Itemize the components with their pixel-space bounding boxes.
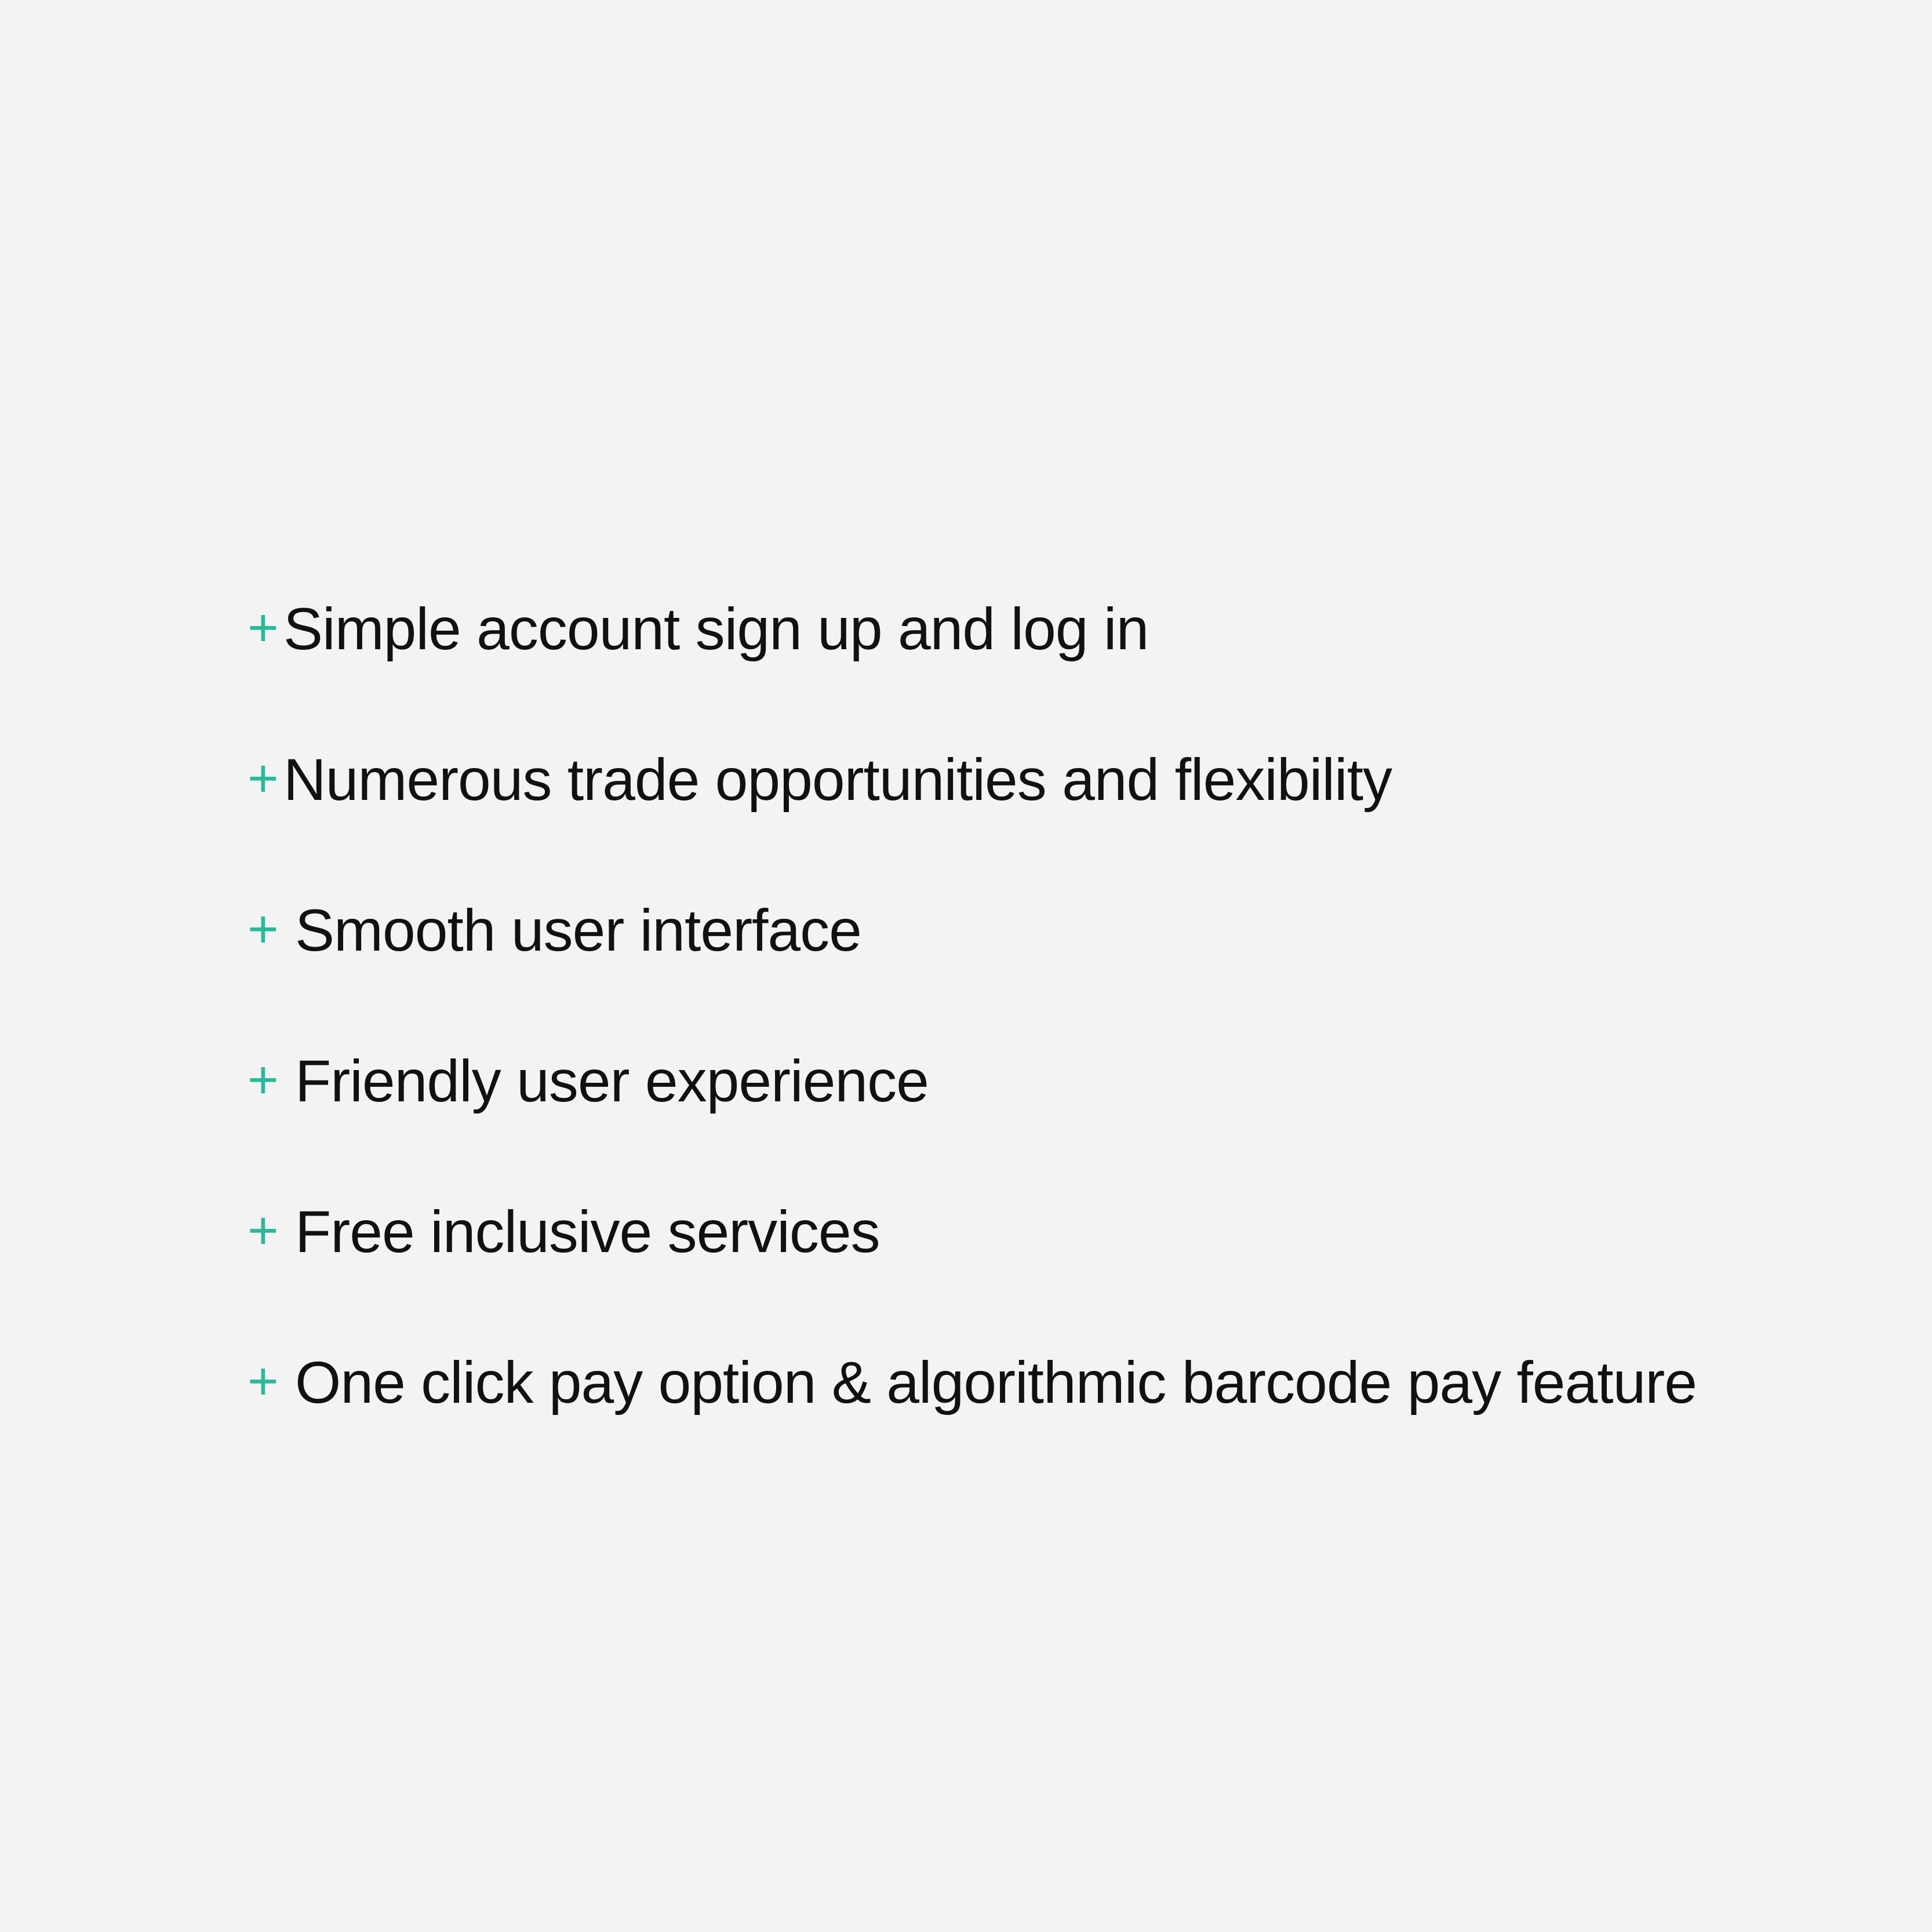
plus-icon: + xyxy=(248,1050,279,1109)
plus-icon: + xyxy=(248,1352,279,1411)
feature-label: Smooth user interface xyxy=(295,897,862,963)
feature-item-smooth-ui: + Smooth user interface xyxy=(248,855,1697,1006)
plus-icon: + xyxy=(248,749,279,808)
plus-icon: + xyxy=(248,1201,279,1260)
feature-label: Free inclusive services xyxy=(295,1199,881,1265)
feature-item-free-services: + Free inclusive services xyxy=(248,1156,1697,1307)
feature-item-trade-opportunities: + Numerous trade opportunities and flexi… xyxy=(248,704,1697,855)
feature-item-pay-option: + One click pay option & algorithmic bar… xyxy=(248,1307,1697,1458)
plus-icon: + xyxy=(248,598,279,657)
plus-icon: + xyxy=(248,900,279,959)
feature-item-account-signup: + Simple account sign up and log in xyxy=(248,554,1697,704)
feature-label: Simple account sign up and log in xyxy=(283,596,1149,662)
feature-label: Numerous trade opportunities and flexibi… xyxy=(283,747,1392,813)
feature-item-friendly-ux: + Friendly user experience xyxy=(248,1006,1697,1156)
feature-label: One click pay option & algorithmic barco… xyxy=(295,1349,1697,1416)
feature-list: + Simple account sign up and log in + Nu… xyxy=(248,554,1697,1458)
feature-label: Friendly user experience xyxy=(295,1048,929,1114)
